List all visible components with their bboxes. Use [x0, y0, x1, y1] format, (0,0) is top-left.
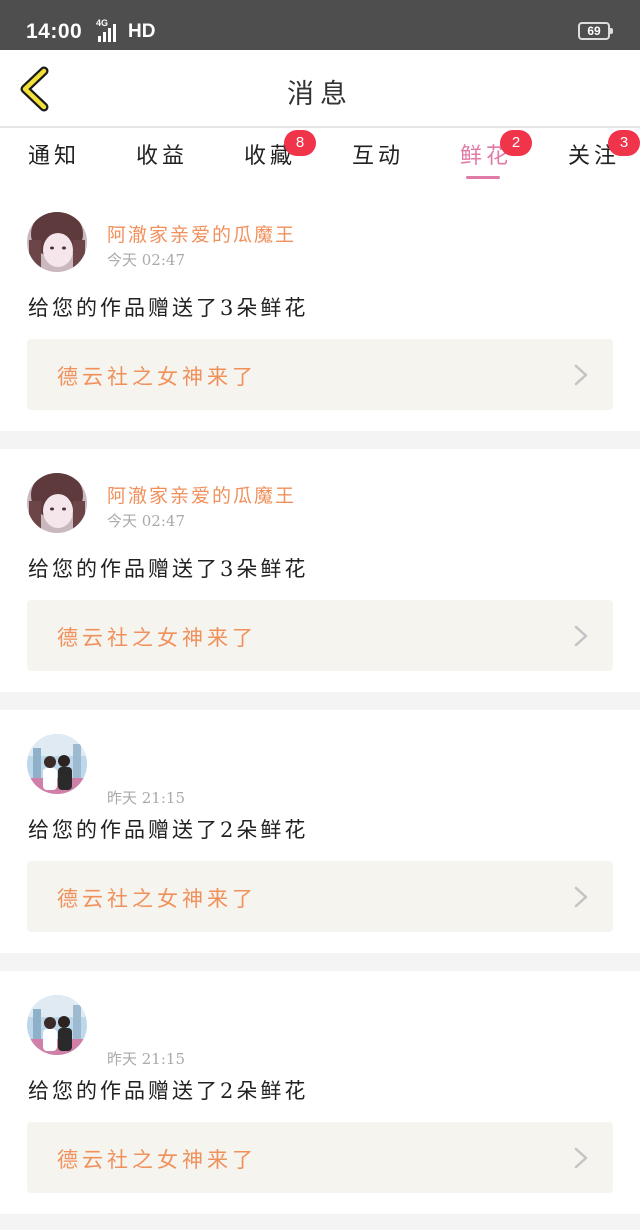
active-tab-indicator [466, 176, 500, 179]
network-type: 4G [96, 18, 109, 28]
message-card: 阿澈家亲爱的瓜魔王 今天 02:47 给您的作品赠送了3朵鲜花 德云社之女神来了 [0, 449, 640, 692]
tab-interactions[interactable]: 互动 [352, 138, 404, 186]
page-title: 消息 [287, 79, 353, 110]
message-time: 昨天 21:15 [107, 1050, 185, 1068]
avatar[interactable] [27, 212, 87, 272]
avatar[interactable] [27, 734, 87, 794]
message-time: 今天 02:47 [107, 251, 185, 269]
message-card: 昨天 21:15 给您的作品赠送了2朵鲜花 德云社之女神来了 [0, 710, 640, 953]
message-text: 给您的作品赠送了2朵鲜花 [28, 818, 309, 842]
tab-badge: 3 [608, 130, 640, 156]
message-text: 给您的作品赠送了2朵鲜花 [28, 1079, 309, 1103]
tab-flowers[interactable]: 鲜花 2 [460, 130, 532, 186]
tab-following[interactable]: 关注 3 [568, 130, 640, 186]
chevron-right-icon [574, 364, 588, 386]
chevron-right-icon [574, 1147, 588, 1169]
tab-favorites[interactable]: 收藏 8 [244, 130, 316, 186]
hd-indicator: HD [128, 21, 156, 42]
avatar[interactable] [27, 473, 87, 533]
tab-badge: 2 [500, 130, 532, 156]
work-link[interactable]: 德云社之女神来了 [27, 861, 613, 932]
work-title: 德云社之女神来了 [57, 365, 257, 389]
sender-name[interactable]: 阿澈家亲爱的瓜魔王 [107, 220, 296, 247]
message-card: 昨天 21:15 给您的作品赠送了2朵鲜花 德云社之女神来了 [0, 971, 640, 1214]
tab-label: 互动 [352, 144, 405, 169]
tab-notifications[interactable]: 通知 [28, 138, 80, 186]
work-link[interactable]: 德云社之女神来了 [27, 600, 613, 671]
message-time: 昨天 21:15 [107, 789, 185, 807]
tab-label: 收益 [136, 144, 189, 169]
tab-earnings[interactable]: 收益 [136, 138, 188, 186]
tab-bar: 通知 收益 收藏 8 互动 鲜花 2 关注 3 [0, 128, 640, 192]
message-card: 阿澈家亲爱的瓜魔王 今天 02:47 给您的作品赠送了3朵鲜花 德云社之女神来了 [0, 188, 640, 431]
tab-label: 通知 [28, 144, 81, 169]
nav-bar: 消息 [0, 50, 640, 128]
message-text: 给您的作品赠送了3朵鲜花 [28, 557, 309, 581]
status-bar: 14:00 4G HD 69 [0, 0, 640, 50]
sender-name[interactable]: 阿澈家亲爱的瓜魔王 [107, 481, 296, 508]
message-text: 给您的作品赠送了3朵鲜花 [28, 296, 309, 320]
work-title: 德云社之女神来了 [57, 887, 257, 911]
tab-badge: 8 [284, 130, 316, 156]
chevron-right-icon [574, 625, 588, 647]
signal-icon: 4G [90, 18, 116, 42]
chevron-right-icon [574, 886, 588, 908]
message-time: 今天 02:47 [107, 512, 185, 530]
work-title: 德云社之女神来了 [57, 1148, 257, 1172]
work-title: 德云社之女神来了 [57, 626, 257, 650]
status-time: 14:00 [26, 20, 83, 43]
battery-icon: 69 [578, 22, 613, 40]
work-link[interactable]: 德云社之女神来了 [27, 339, 613, 410]
work-link[interactable]: 德云社之女神来了 [27, 1122, 613, 1193]
avatar[interactable] [27, 995, 87, 1055]
